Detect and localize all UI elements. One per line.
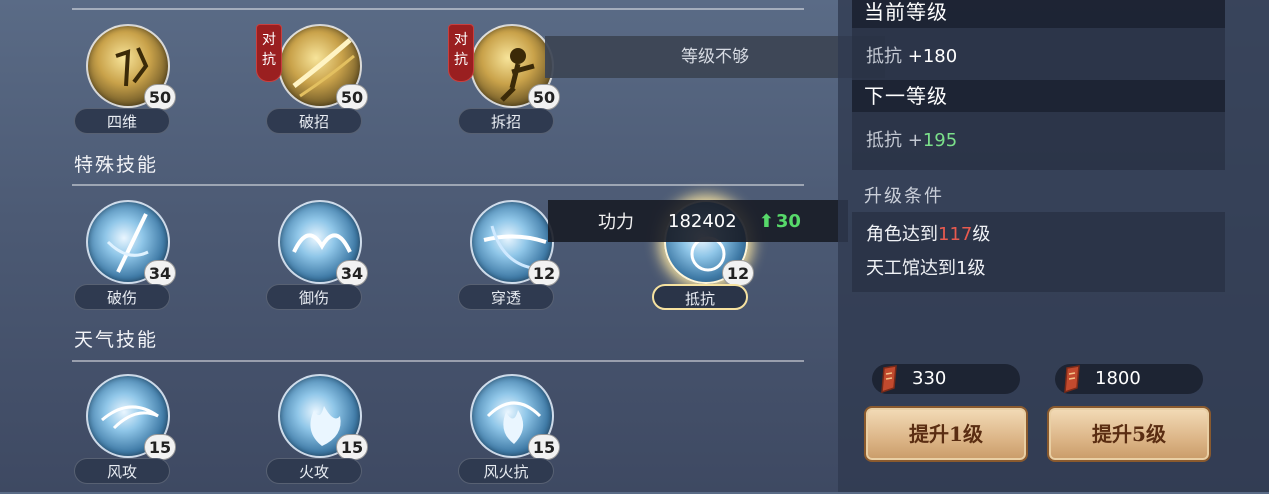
skill-pozhao[interactable]: 对抗 50 破招	[256, 24, 370, 144]
skill-level-badge: 15	[336, 434, 368, 460]
cost-1-level: 330	[872, 364, 1020, 394]
skill-yushang[interactable]: 34 御伤	[266, 200, 370, 320]
section-title-weather: 天气技能	[74, 329, 159, 351]
skill-siwei[interactable]: 50 四维	[74, 24, 178, 144]
skill-level-badge: 50	[336, 84, 368, 110]
pvp-tag: 对抗	[448, 24, 474, 82]
section-title-special: 特殊技能	[74, 154, 159, 176]
skill-name: 御伤	[266, 284, 362, 310]
skill-fenghuokang[interactable]: 15 风火抗	[458, 374, 562, 494]
power-increase: 30	[775, 210, 801, 232]
upgrade-5-level-button[interactable]: 提升5级	[1047, 406, 1211, 462]
divider	[72, 184, 804, 186]
skill-name: 拆招	[458, 108, 554, 134]
upgrade-conditions-box: 角色达到117级 天工馆达到1级	[852, 212, 1225, 292]
cost-5-level: 1800	[1055, 364, 1203, 394]
skill-level-badge: 34	[336, 260, 368, 286]
skill-level-badge: 34	[144, 260, 176, 286]
skill-name: 破伤	[74, 284, 170, 310]
skill-level-badge: 15	[144, 434, 176, 460]
skill-name: 穿透	[458, 284, 554, 310]
condition-workshop-level: 天工馆达到1级	[866, 258, 986, 279]
token-icon	[1064, 365, 1080, 394]
skill-level-badge: 12	[528, 260, 560, 286]
pvp-tag: 对抗	[256, 24, 282, 82]
skill-chuantou[interactable]: 12 穿透	[458, 200, 562, 320]
next-level-title: 下一等级	[852, 80, 1225, 112]
power-label: 功力	[598, 212, 634, 233]
upgrade-conditions-title: 升级条件	[864, 186, 944, 207]
skill-level-badge: 50	[528, 84, 560, 110]
level-insufficient-tooltip: 等级不够	[545, 36, 885, 78]
power-bar: 功力 182402 ⬆ 30	[548, 200, 848, 242]
up-arrow-icon: ⬆	[758, 210, 774, 232]
skill-grid-panel: 50 四维 对抗 50 破招 对抗 50 拆招 特殊技能 34 破伤 34 御伤	[0, 0, 885, 494]
skill-name: 火攻	[266, 458, 362, 484]
skill-level-badge: 15	[528, 434, 560, 460]
upgrade-info-panel: 当前等级 抵抗 +180 下一等级 抵抗 +195 升级条件 角色达到117级 …	[838, 0, 1269, 492]
next-stat-line: 抵抗 +195	[866, 130, 958, 151]
condition-role-level: 角色达到117级	[866, 224, 991, 245]
skill-name: 风火抗	[458, 458, 554, 484]
skill-huogong[interactable]: 15 火攻	[266, 374, 370, 494]
current-stat-line: 抵抗 +180	[866, 46, 958, 67]
skill-fenggong[interactable]: 15 风攻	[74, 374, 178, 494]
upgrade-1-level-button[interactable]: 提升1级	[864, 406, 1028, 462]
token-icon	[881, 365, 897, 394]
skill-name: 抵抗	[652, 284, 748, 310]
power-value: 182402	[668, 210, 737, 232]
skill-name: 风攻	[74, 458, 170, 484]
divider	[72, 8, 804, 10]
skill-name: 四维	[74, 108, 170, 134]
divider	[72, 360, 804, 362]
skill-level-badge: 12	[722, 260, 754, 286]
level-info-box: 当前等级 抵抗 +180 下一等级 抵抗 +195	[852, 0, 1225, 170]
skill-name: 破招	[266, 108, 362, 134]
current-level-title: 当前等级	[852, 0, 1225, 28]
skill-poshang[interactable]: 34 破伤	[74, 200, 178, 320]
skill-level-badge: 50	[144, 84, 176, 110]
